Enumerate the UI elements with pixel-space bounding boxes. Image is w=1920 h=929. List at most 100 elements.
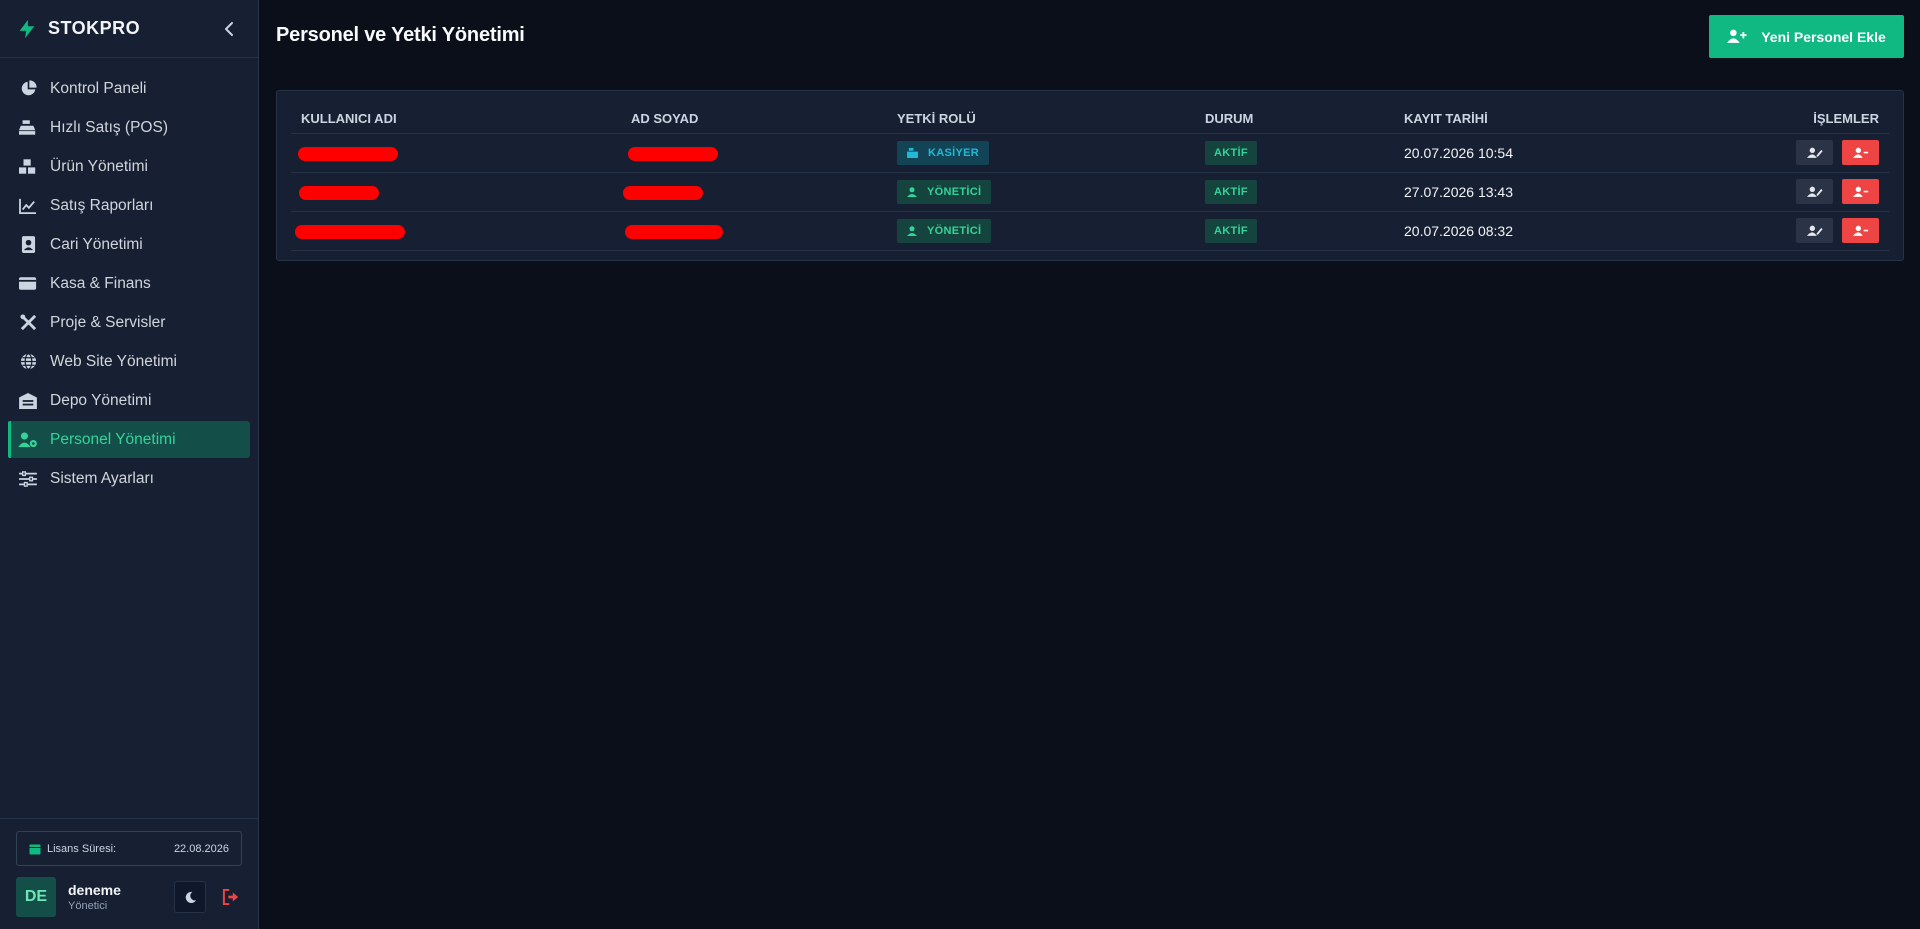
redacted-username: [299, 185, 379, 200]
redacted-fullname: [625, 224, 723, 239]
sidebar-item-hizli-satis[interactable]: Hızlı Satış (POS): [8, 109, 250, 146]
sidebar-item-urun-yonetimi[interactable]: Ürün Yönetimi: [8, 148, 250, 185]
sidebar-item-label: Satış Raporları: [50, 196, 154, 214]
col-fullname[interactable]: AD SOYAD: [621, 99, 887, 134]
status-badge: AKTİF: [1205, 218, 1257, 243]
user-gear-icon: [18, 430, 38, 450]
personnel-table: KULLANICI ADI AD SOYAD YETKİ ROLÜ DURUM …: [291, 99, 1889, 251]
sidebar-item-personel-yonetimi[interactable]: Personel Yönetimi: [8, 421, 250, 458]
calendar-icon: [29, 844, 41, 854]
user-role: Yönetici: [68, 900, 108, 912]
redacted-username: [298, 146, 398, 161]
sidebar-item-kontrol-paneli[interactable]: Kontrol Paneli: [8, 70, 250, 107]
role-label: YÖNETİCİ: [927, 224, 982, 237]
role-cell: KASİYER: [887, 133, 1195, 173]
status-cell: AKTİF: [1195, 172, 1394, 212]
col-date[interactable]: KAYIT TARİHİ: [1394, 99, 1694, 134]
redacted-fullname: [628, 146, 718, 161]
sidebar-item-sistem-ayarlari[interactable]: Sistem Ayarları: [8, 460, 250, 497]
role-label: YÖNETİCİ: [927, 185, 982, 198]
role-cell: YÖNETİCİ: [887, 172, 1195, 212]
logout-icon: [222, 889, 239, 905]
user-minus-icon: [1852, 186, 1868, 197]
role-cell: YÖNETİCİ: [887, 211, 1195, 251]
username-cell: [291, 211, 621, 251]
user-icon: [907, 225, 917, 236]
pie-chart-icon: [18, 79, 38, 99]
sidebar-item-label: Hızlı Satış (POS): [50, 118, 168, 136]
sidebar-item-depo-yonetimi[interactable]: Depo Yönetimi: [8, 382, 250, 419]
table-row: KASİYER AKTİF 20.07.2026 10:54: [291, 133, 1889, 173]
fullname-cell: [621, 172, 887, 212]
line-chart-icon: [18, 196, 38, 216]
theme-toggle-button[interactable]: [174, 881, 206, 913]
moon-icon: [185, 891, 196, 903]
user-edit-icon: [1806, 225, 1823, 236]
sidebar-item-cari-yonetimi[interactable]: Cari Yönetimi: [8, 226, 250, 263]
user-icon: [907, 186, 917, 197]
role-badge: YÖNETİCİ: [897, 179, 992, 204]
status-cell: AKTİF: [1195, 133, 1394, 173]
page-title: Personel ve Yetki Yönetimi: [276, 24, 525, 46]
user-minus-icon: [1852, 225, 1868, 236]
username-cell: [291, 172, 621, 212]
role-badge: YÖNETİCİ: [897, 218, 992, 243]
user-row: DE deneme Yönetici: [16, 877, 242, 917]
fullname-cell: [621, 133, 887, 173]
sidebar-item-label: Depo Yönetimi: [50, 391, 152, 409]
license-date: 22.08.2026: [173, 842, 229, 855]
boxes-icon: [18, 157, 38, 177]
sidebar-item-kasa-finans[interactable]: Kasa & Finans: [8, 265, 250, 302]
license-label: Lisans Süresi:: [47, 842, 117, 855]
warehouse-icon: [18, 391, 38, 411]
chevron-left-icon[interactable]: [220, 19, 240, 39]
wallet-icon: [18, 274, 38, 294]
sidebar-item-label: Cari Yönetimi: [50, 235, 143, 253]
sidebar: STOKPRO Kontrol Paneli Hızlı Satış (POS)…: [0, 0, 259, 929]
delete-user-button[interactable]: [1842, 140, 1879, 165]
license-box: Lisans Süresi: 22.08.2026: [16, 831, 242, 866]
edit-user-button[interactable]: [1796, 218, 1834, 243]
sliders-icon: [18, 469, 38, 489]
edit-user-button[interactable]: [1796, 140, 1834, 165]
add-personnel-label: Yeni Personel Ekle: [1761, 28, 1886, 45]
username-cell: [291, 133, 621, 173]
sidebar-item-label: Personel Yönetimi: [50, 430, 176, 448]
status-badge: AKTİF: [1205, 179, 1257, 204]
delete-user-button[interactable]: [1842, 179, 1879, 204]
sidebar-item-proje-servisler[interactable]: Proje & Servisler: [8, 304, 250, 341]
lightning-logo-icon: [19, 19, 35, 38]
redacted-fullname: [623, 185, 703, 200]
actions-cell: [1694, 133, 1889, 173]
date-cell: 20.07.2026 08:32: [1394, 211, 1694, 251]
col-username[interactable]: KULLANICI ADI: [291, 99, 621, 134]
user-plus-icon: [1727, 29, 1747, 43]
edit-user-button[interactable]: [1796, 179, 1834, 204]
actions-cell: [1694, 211, 1889, 251]
user-info: deneme Yönetici: [68, 882, 174, 912]
sidebar-item-label: Kontrol Paneli: [50, 79, 147, 97]
user-minus-icon: [1852, 147, 1868, 158]
brand-header: STOKPRO: [0, 0, 258, 58]
contact-book-icon: [18, 235, 38, 255]
date-cell: 27.07.2026 13:43: [1394, 172, 1694, 212]
fullname-cell: [621, 211, 887, 251]
sidebar-item-label: Web Site Yönetimi: [50, 352, 177, 370]
globe-icon: [18, 352, 38, 372]
logout-button[interactable]: [220, 886, 242, 908]
role-label: KASİYER: [928, 146, 979, 159]
delete-user-button[interactable]: [1842, 218, 1879, 243]
tools-icon: [18, 313, 38, 333]
sidebar-nav: Kontrol Paneli Hızlı Satış (POS) Ürün Yö…: [0, 58, 258, 497]
col-actions: İŞLEMLER: [1694, 99, 1889, 134]
sidebar-item-satis-raporlari[interactable]: Satış Raporları: [8, 187, 250, 224]
cash-register-icon: [18, 118, 38, 138]
sidebar-item-label: Kasa & Finans: [50, 274, 151, 292]
add-personnel-button[interactable]: Yeni Personel Ekle: [1709, 15, 1904, 58]
col-status[interactable]: DURUM: [1195, 99, 1394, 134]
sidebar-item-web-site[interactable]: Web Site Yönetimi: [8, 343, 250, 380]
personnel-table-card: KULLANICI ADI AD SOYAD YETKİ ROLÜ DURUM …: [276, 90, 1904, 261]
sidebar-item-label: Sistem Ayarları: [50, 469, 154, 487]
col-role[interactable]: YETKİ ROLÜ: [887, 99, 1195, 134]
cash-register-icon: [907, 147, 918, 158]
